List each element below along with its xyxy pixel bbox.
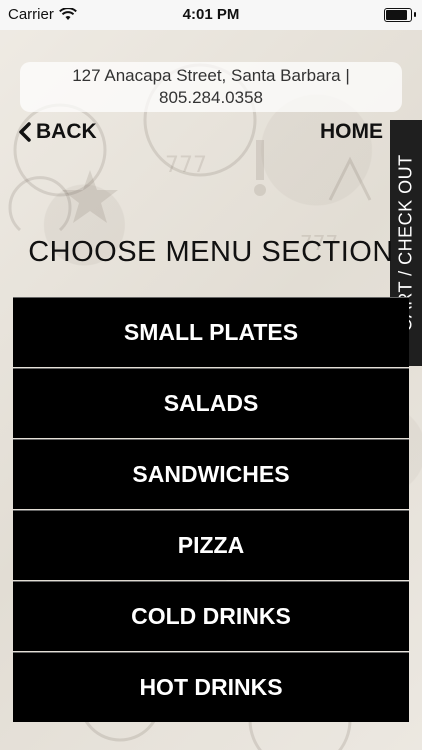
menu-section-hot-drinks[interactable]: HOT DRINKS bbox=[13, 652, 409, 722]
menu-section-cold-drinks[interactable]: COLD DRINKS bbox=[13, 581, 409, 651]
address-banner: 127 Anacapa Street, Santa Barbara | 805.… bbox=[20, 62, 402, 112]
status-bar: Carrier 4:01 PM bbox=[0, 0, 422, 30]
svg-text:777: 777 bbox=[165, 153, 207, 178]
battery-level-fill bbox=[386, 10, 408, 20]
back-label: BACK bbox=[36, 120, 97, 143]
battery-icon bbox=[384, 8, 416, 22]
back-button[interactable]: BACK bbox=[18, 118, 97, 146]
chevron-left-icon bbox=[19, 122, 31, 142]
menu-section-pizza[interactable]: PIZZA bbox=[13, 510, 409, 580]
menu-section-salads[interactable]: SALADS bbox=[13, 368, 409, 438]
address-phone: 805.284.0358 bbox=[159, 88, 263, 107]
menu-section-small-plates[interactable]: SMALL PLATES bbox=[13, 297, 409, 367]
menu-section-sandwiches[interactable]: SANDWICHES bbox=[13, 439, 409, 509]
status-time: 4:01 PM bbox=[182, 6, 240, 23]
menu-section-list: SMALL PLATES SALADS SANDWICHES PIZZA COL… bbox=[13, 297, 409, 723]
address-street: 127 Anacapa Street, Santa Barbara | bbox=[72, 66, 350, 85]
page-title: CHOOSE MENU SECTION bbox=[28, 236, 394, 268]
home-button[interactable]: HOME bbox=[320, 118, 383, 146]
